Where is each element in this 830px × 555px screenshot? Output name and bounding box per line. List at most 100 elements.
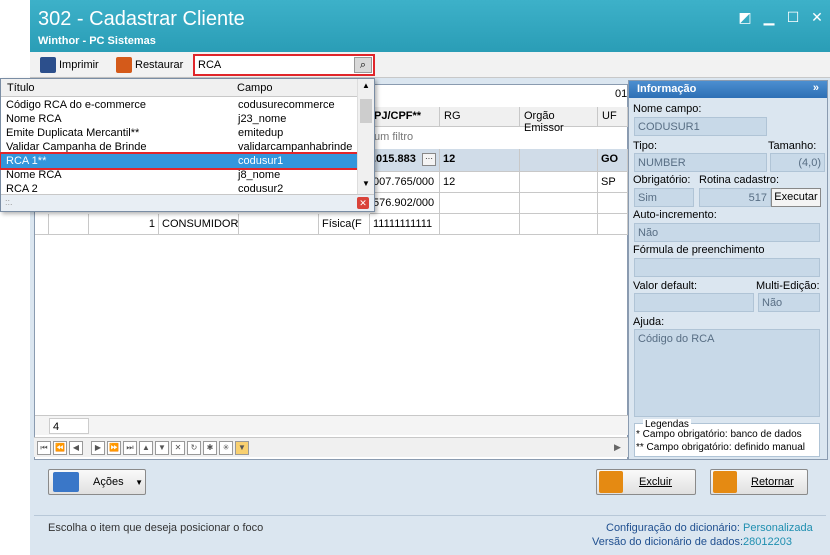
search-input[interactable]: RCA ⌕ [193,54,375,76]
cell-cpf: 576.902/000 [370,193,440,214]
dropdown-item[interactable]: Código RCA do e-commerce codusurecommerce [1,98,358,112]
cell-check [49,214,89,235]
next-icon[interactable]: ▶ [91,441,105,455]
prev-icon[interactable]: ◀ [69,441,83,455]
collapse-icon[interactable]: » [813,82,819,94]
minimize-icon[interactable]: ▁ [760,8,778,26]
dropdown-item-selected[interactable]: RCA 1** codusur1 [0,152,360,170]
cell-num: 1 [89,214,159,235]
scroll-thumb[interactable] [360,99,372,123]
obrigatorio-label: Obrigatório: [633,174,691,186]
print-label: Imprimir [59,59,99,71]
insert-icon[interactable]: ▲ [139,441,153,455]
col-rg[interactable]: RG [440,107,520,127]
asterisk-icon[interactable]: ✱ [203,441,217,455]
acoes-label: Ações [93,476,124,488]
dropdown-item[interactable]: Validar Campanha de Brinde validarcampanh… [1,140,358,154]
excluir-label: Excluir [639,476,673,488]
printer-icon [40,57,56,73]
edit-row-icon[interactable]: ▼ [155,441,169,455]
cell-orgao [520,149,598,172]
scroll-up-icon[interactable]: ▲ [360,81,372,93]
window-title: 302 - Cadastrar Cliente [38,8,245,30]
edit-icon[interactable]: ◩ [736,8,754,26]
cell-uf [598,214,628,235]
ellipsis-button[interactable]: ··· [422,153,436,166]
return-icon [713,471,737,493]
dd-col-title: Título [7,82,35,94]
col-orgao[interactable]: Orgão Emissor [520,107,598,134]
cell-cpf: 007.765/000 [370,172,440,193]
grid-navigator: ⏮ ⏪ ◀ ▶ ⏩ ⏭ ▲ ▼ ✕ ↻ ✱ ✳ ▼ ▶ [34,437,628,457]
config-value: Personalizada [743,522,813,534]
version-label: Versão do dicionário de dados: [592,536,744,548]
legend-box: Legendas * Campo obrigatório: banco de d… [634,419,820,457]
col-uf[interactable]: UF [598,107,628,127]
valor-label: Valor default: [633,280,698,292]
dropdown-item[interactable]: Nome RCA j23_nome [1,112,358,126]
print-button[interactable]: Imprimir [40,56,99,74]
field-dropdown: Título Campo Código RCA do e-commerce cod… [0,78,375,212]
clear-icon[interactable]: ✳ [219,441,233,455]
dropdown-footer: ::. ✕ [1,194,374,211]
excluir-button[interactable]: Excluir [596,469,696,495]
next-page-icon[interactable]: ⏩ [107,441,121,455]
cell-orgao [520,193,598,214]
obrigatorio-field: Sim [634,188,694,207]
formula-field [634,258,820,277]
executar-button[interactable]: Executar [771,188,821,207]
cell-cpf: 11111111111 [370,214,440,235]
tipo-field: NUMBER [634,153,767,172]
grid-count: 01 [615,88,628,100]
cell-uf: GO [598,149,628,172]
dropdown-close-icon[interactable]: ✕ [357,197,369,209]
cancel-icon[interactable]: ✕ [171,441,185,455]
search-icon[interactable]: ⌕ [354,57,372,73]
dropdown-item[interactable]: Emite Duplicata Mercantil** emitedup [1,126,358,140]
maximize-icon[interactable]: ☐ [784,8,802,26]
filter-row[interactable]: um filtro [370,127,628,149]
cell-uf: SP [598,172,628,193]
dropdown-scrollbar[interactable]: ▲ ▼ [357,79,374,194]
nome-campo-field: CODUSUR1 [634,117,767,136]
ajuda-field: Código do RCA [634,329,820,417]
cell-orgao [520,214,598,235]
filter-icon[interactable]: ▼ [235,441,249,455]
col-cpf[interactable]: PJ/CPF** [370,107,440,127]
ajuda-label: Ajuda: [633,316,665,328]
version-value: 28012203 [743,536,792,548]
refresh-icon[interactable]: ↻ [187,441,201,455]
dropdown-item[interactable]: RCA 2 codusur2 [1,182,358,194]
panel-title: Informação » [629,81,827,98]
close-icon[interactable]: ✕ [808,8,826,26]
dropdown-header: Título Campo [1,79,358,97]
scroll-right-icon[interactable]: ▶ [614,442,621,453]
rotina-label: Rotina cadastro: [699,174,780,186]
first-icon[interactable]: ⏮ [37,441,51,455]
chevron-down-icon[interactable]: ▼ [135,478,143,487]
prev-page-icon[interactable]: ⏪ [53,441,67,455]
last-icon[interactable]: ⏭ [123,441,137,455]
restore-button[interactable]: Restaurar [116,56,183,74]
tamanho-label: Tamanho: [768,140,817,152]
config-label: Configuração do dicionário: [606,522,740,534]
search-value: RCA [198,59,222,71]
legend-line-1: * Campo obrigatório: banco de dados [636,429,802,440]
restore-icon [116,57,132,73]
resize-grip[interactable]: ::. [5,197,13,207]
cell-name: CONSUMIDOR F [159,214,239,235]
retornar-label: Retornar [751,476,794,488]
cell-rg: 12 [440,172,520,193]
toolbar: Imprimir Restaurar RCA ⌕ [30,52,830,78]
info-panel: Informação » Nome campo: CODUSUR1 Tipo: … [628,80,828,460]
cell-rg [440,214,520,235]
dropdown-item[interactable]: Nome RCA j8_nome [1,168,358,182]
cell-orgao [520,172,598,193]
acoes-button[interactable]: Ações ▼ [48,469,146,495]
scroll-down-icon[interactable]: ▼ [360,179,372,191]
retornar-button[interactable]: Retornar [710,469,808,495]
cell-rg [440,193,520,214]
cell-type: Física(F [319,214,370,235]
rotina-field: 517 [699,188,771,207]
table-row[interactable]: 1 CONSUMIDOR F Física(F 11111111111 [35,214,628,235]
